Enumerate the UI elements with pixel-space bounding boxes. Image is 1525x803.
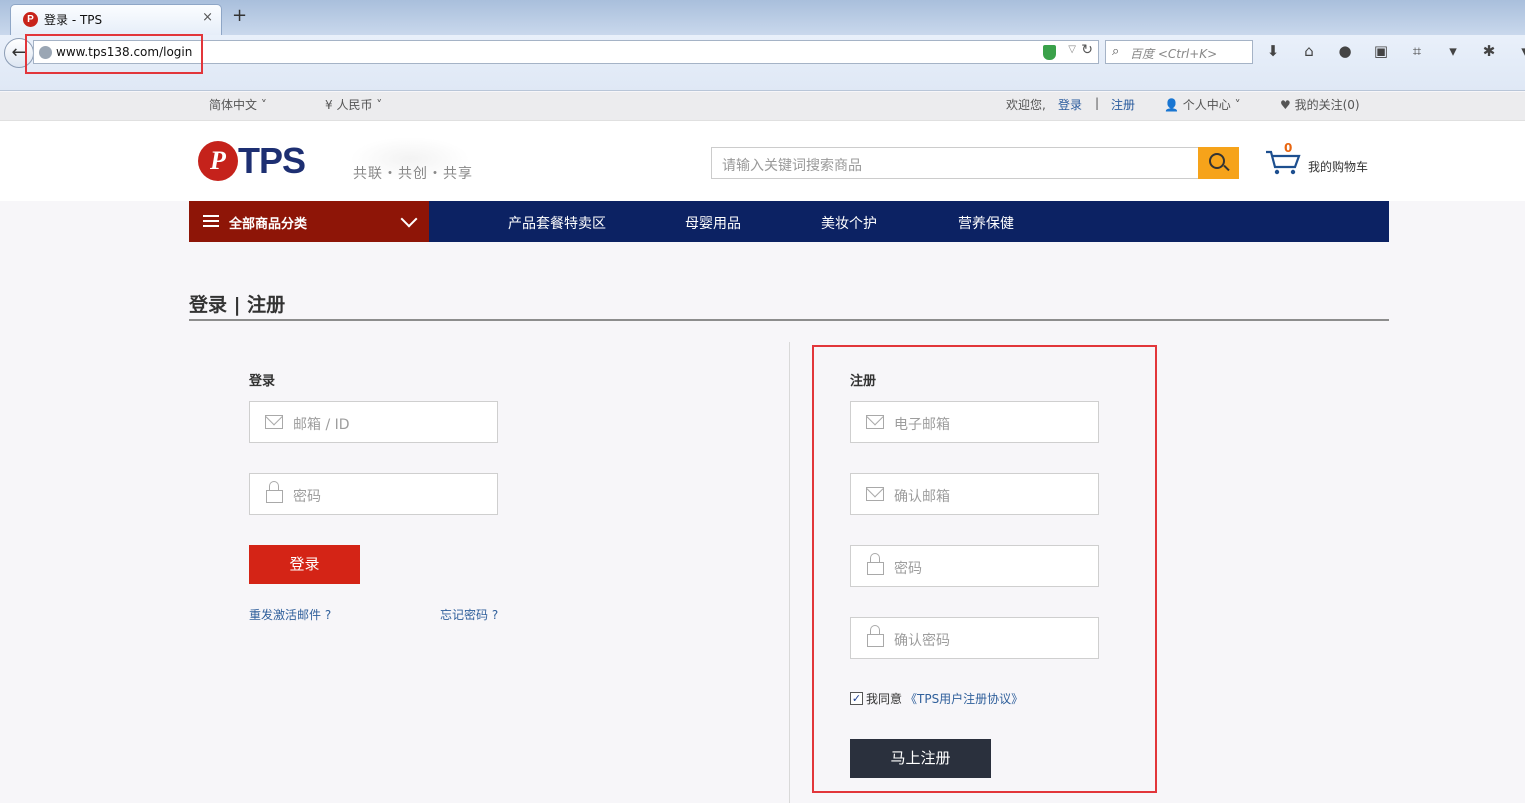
tab-title: 登录 - TPS	[44, 13, 103, 27]
currency-selector[interactable]: ¥ 人民币 ˅	[325, 96, 382, 113]
register-confirm-password-field[interactable]: 确认密码	[850, 617, 1099, 659]
register-confirm-email-placeholder: 确认邮箱	[894, 489, 950, 505]
site-topbar: 简体中文 ˅ ¥ 人民币 ˅ 欢迎您, 登录 | 注册 👤 个人中心 ˅ ♥ 我…	[0, 92, 1525, 121]
new-tab-icon[interactable]: +	[232, 7, 247, 25]
personal-center-label: 个人中心	[1182, 98, 1231, 112]
nav-link-beauty[interactable]: 美妆个护	[821, 213, 877, 233]
welcome-text: 欢迎您,	[1006, 98, 1046, 112]
mail-icon	[265, 415, 283, 429]
page-title: 登录 | 注册	[189, 294, 286, 316]
logo-mark: P	[198, 141, 238, 181]
tps-favicon-icon: P	[23, 12, 38, 27]
register-link[interactable]: 注册	[1111, 96, 1135, 113]
register-password-placeholder: 密码	[894, 561, 922, 577]
user-agreement-link[interactable]: 《TPS用户注册协议》	[905, 690, 1023, 707]
my-follows-link[interactable]: ♥ 我的关注(0)	[1280, 96, 1360, 113]
lock-icon	[265, 481, 283, 503]
all-categories-label: 全部商品分类	[229, 217, 308, 232]
register-button[interactable]: 马上注册	[850, 739, 991, 778]
search-icon: ⌕	[1112, 44, 1120, 59]
overflow-dropdown-icon[interactable]: ▾	[1514, 42, 1525, 62]
agree-checkbox[interactable]: ✓	[850, 692, 863, 705]
my-follows-label: 我的关注(0)	[1294, 98, 1360, 112]
forgot-password-link[interactable]: 忘记密码 ?	[440, 606, 498, 623]
mail-icon	[866, 415, 884, 429]
download-icon[interactable]: ⬇	[1262, 42, 1284, 62]
cart-count-badge: 0	[1284, 141, 1293, 155]
url-highlight-box	[25, 34, 203, 74]
column-divider	[789, 342, 790, 803]
shield-icon[interactable]	[1043, 45, 1056, 60]
browser-search-input[interactable]: ⌕ 百度 <Ctrl+K>	[1105, 40, 1253, 64]
login-email-placeholder: 邮箱 / ID	[293, 417, 350, 433]
crop-icon[interactable]: ⌗	[1406, 42, 1428, 62]
site-header: P TPS 共联・共创・共享 请输入关键词搜索商品 0 我的购物车	[0, 121, 1525, 201]
login-heading: 登录	[249, 374, 276, 389]
all-categories-menu[interactable]: 全部商品分类	[189, 201, 429, 242]
browser-tabbar: P 登录 - TPS × +	[0, 0, 1525, 35]
slogan: 共联・共创・共享	[353, 166, 473, 182]
hamburger-icon	[203, 215, 219, 227]
product-search-button[interactable]	[1198, 147, 1239, 179]
login-link[interactable]: 登录	[1058, 96, 1082, 113]
language-label: 简体中文	[209, 98, 258, 112]
nav-link-mother-baby[interactable]: 母婴用品	[685, 213, 741, 233]
login-password-field[interactable]: 密码	[249, 473, 498, 515]
register-confirm-email-field[interactable]: 确认邮箱	[850, 473, 1099, 515]
title-divider	[189, 319, 1389, 321]
login-button[interactable]: 登录	[249, 545, 360, 584]
logo-text: TPS	[238, 140, 306, 181]
cart-label: 我的购物车	[1308, 160, 1369, 174]
close-tab-icon[interactable]: ×	[202, 10, 213, 25]
resend-activation-link[interactable]: 重发激活邮件 ?	[249, 606, 331, 623]
lock-icon	[866, 553, 884, 575]
browser-search-placeholder: 百度 <Ctrl+K>	[1130, 47, 1218, 61]
nav-link-package-sale[interactable]: 产品套餐特卖区	[508, 213, 606, 233]
cart-icon	[1266, 150, 1301, 175]
search-icon-handle	[1223, 164, 1230, 172]
login-email-field[interactable]: 邮箱 / ID	[249, 401, 498, 443]
shopping-cart[interactable]: 0 我的购物车	[1265, 141, 1375, 181]
main-nav: 全部商品分类 产品套餐特卖区 母婴用品 美妆个护 营养保健	[189, 201, 1389, 242]
register-password-field[interactable]: 密码	[850, 545, 1099, 587]
home-icon[interactable]: ⌂	[1298, 42, 1320, 62]
chevron-down-icon	[400, 210, 418, 228]
product-search-placeholder: 请输入关键词搜索商品	[722, 158, 862, 174]
reader-icon[interactable]: ▣	[1370, 42, 1392, 62]
language-selector[interactable]: 简体中文 ˅	[209, 96, 267, 113]
chat-icon[interactable]: ●	[1334, 42, 1356, 62]
reload-icon[interactable]: ↻	[1081, 42, 1093, 58]
menu-dropdown-icon[interactable]: ▾	[1442, 42, 1464, 62]
register-heading: 注册	[850, 374, 877, 389]
register-email-field[interactable]: 电子邮箱	[850, 401, 1099, 443]
login-password-placeholder: 密码	[293, 489, 321, 505]
personal-center-menu[interactable]: 👤 个人中心 ˅	[1164, 96, 1241, 113]
browser-toolbar-icons: ⬇ ⌂ ● ▣ ⌗ ▾ ✱ ▾	[1262, 42, 1525, 62]
mail-icon	[866, 487, 884, 501]
tps-logo[interactable]: P TPS	[198, 141, 318, 183]
currency-label: ¥ 人民币	[325, 98, 373, 112]
register-email-placeholder: 电子邮箱	[894, 417, 950, 433]
search-icon	[1209, 153, 1225, 169]
topbar-separator: |	[1095, 96, 1100, 110]
browser-navbar: ← www.tps138.com/login ▽ ↻ ⌕ 百度 <Ctrl+K>…	[0, 35, 1525, 91]
product-search-input[interactable]: 请输入关键词搜索商品	[711, 147, 1199, 179]
nav-link-nutrition[interactable]: 营养保健	[958, 213, 1014, 233]
register-confirm-password-placeholder: 确认密码	[894, 633, 950, 649]
browser-tab[interactable]: P 登录 - TPS ×	[10, 4, 222, 35]
url-dropdown-icon[interactable]: ▽	[1068, 44, 1076, 55]
lock-icon	[866, 625, 884, 647]
extension-icon[interactable]: ✱	[1478, 42, 1500, 62]
agree-text: 我同意	[866, 692, 903, 706]
